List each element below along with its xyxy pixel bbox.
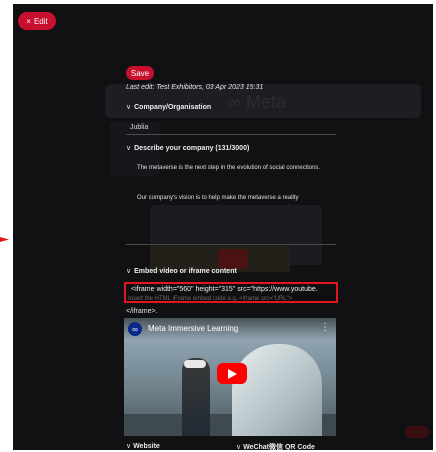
divider bbox=[126, 134, 336, 135]
edit-button[interactable]: × Edit bbox=[18, 12, 56, 30]
section-company-title: Company/Organisation bbox=[134, 103, 212, 111]
background-play-icon bbox=[218, 249, 248, 269]
section-website[interactable]: ∨ Website bbox=[126, 442, 160, 450]
play-button[interactable] bbox=[217, 363, 247, 384]
chevron-down-icon: ∨ bbox=[126, 145, 132, 152]
section-describe[interactable]: ∨ Describe your company (131/3000) bbox=[126, 144, 250, 153]
video-title[interactable]: Meta Immersive Learning bbox=[148, 324, 238, 333]
section-embed[interactable]: ∨ Embed video or iframe content bbox=[126, 267, 237, 276]
description-line-1[interactable]: The metaverse is the next step in the ev… bbox=[137, 165, 320, 171]
embed-code-value: <iframe width="560" height="315" src="ht… bbox=[131, 286, 318, 293]
company-name-value[interactable]: Jublia bbox=[130, 124, 148, 131]
chevron-down-icon: ∨ bbox=[126, 104, 132, 111]
chevron-down-icon: ∨ bbox=[126, 268, 132, 275]
section-website-title: Website bbox=[133, 443, 160, 450]
section-embed-title: Embed video or iframe content bbox=[134, 267, 237, 275]
embed-code-closing: </iframe>. bbox=[126, 308, 158, 315]
embed-code-placeholder: Insert the HTML iFrame embed code e.g. <… bbox=[128, 296, 293, 302]
section-describe-title: Describe your company (131/3000) bbox=[134, 144, 250, 152]
section-company[interactable]: ∨ Company/Organisation bbox=[126, 103, 212, 112]
more-options-icon[interactable]: ⋮ bbox=[320, 322, 330, 333]
close-icon: × bbox=[26, 16, 31, 26]
vr-headset-icon bbox=[184, 360, 206, 368]
meta-logo-icon[interactable]: ∞ bbox=[128, 322, 142, 336]
video-scene-person bbox=[182, 358, 210, 436]
video-scene-statue bbox=[232, 344, 322, 436]
embed-code-field[interactable]: <iframe width="560" height="315" src="ht… bbox=[124, 282, 338, 303]
play-icon bbox=[228, 368, 237, 379]
arrow-right-icon bbox=[0, 237, 9, 242]
save-button[interactable]: Save bbox=[126, 66, 154, 80]
edit-label: Edit bbox=[33, 16, 48, 26]
description-line-2[interactable]: Our company's vision is to help make the… bbox=[137, 195, 299, 201]
video-embed-preview[interactable]: ∞ Meta Immersive Learning ⋮ bbox=[124, 318, 336, 436]
last-edit-text: Last edit: Test Exhibitors, 03 Apr 2023 … bbox=[126, 84, 264, 91]
chevron-down-icon: ∨ bbox=[126, 443, 132, 450]
section-wechat[interactable]: ∨ WeChat微信 QR Code bbox=[236, 442, 315, 452]
background-badge bbox=[405, 426, 429, 438]
divider bbox=[126, 244, 336, 245]
background-logo: ∞ Meta bbox=[228, 92, 286, 112]
